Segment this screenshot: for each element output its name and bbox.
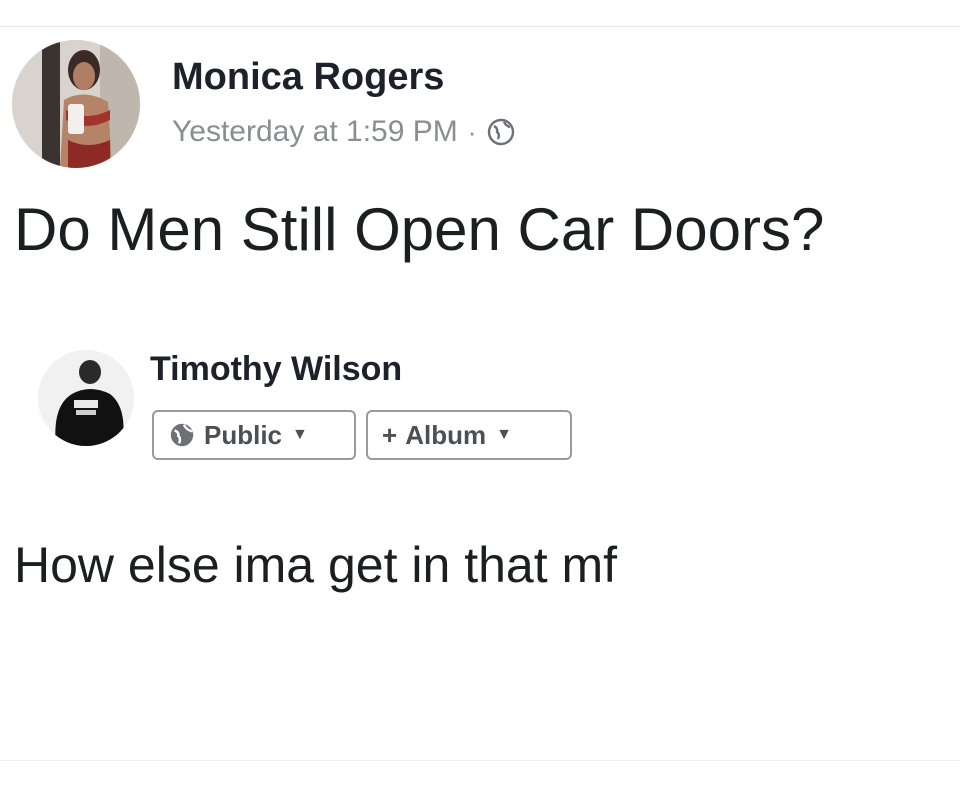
post-header: Monica Rogers Yesterday at 1:59 PM · [12,40,712,175]
album-label: Album [405,419,487,450]
album-button[interactable]: + Album ▼ [366,410,572,460]
audience-label: Public [204,419,283,450]
globe-icon[interactable] [486,117,516,147]
top-divider [0,26,960,27]
chevron-down-icon: ▼ [496,426,512,443]
post-text: Do Men Still Open Car Doors? [14,196,825,263]
comment-text: How else ima get in that mf [14,537,618,593]
comment-author-name[interactable]: Timothy Wilson [150,350,402,389]
chevron-down-icon: ▼ [292,426,308,443]
bottom-divider [0,760,960,761]
post-timestamp[interactable]: Yesterday at 1:59 PM [172,115,458,149]
avatar-photo [12,40,140,168]
meta-separator: · [467,116,477,147]
post-meta: Yesterday at 1:59 PM · [172,112,516,152]
avatar-monica[interactable] [12,40,140,168]
avatar-photo [38,350,134,446]
globe-icon [170,423,194,447]
audience-selector-button[interactable]: Public ▼ [152,410,356,460]
post-author-name[interactable]: Monica Rogers [172,56,444,99]
comment-composer: Timothy Wilson Public ▼ + Album ▼ [38,350,598,470]
plus-icon: + [382,419,398,450]
avatar-timothy[interactable] [38,350,134,446]
